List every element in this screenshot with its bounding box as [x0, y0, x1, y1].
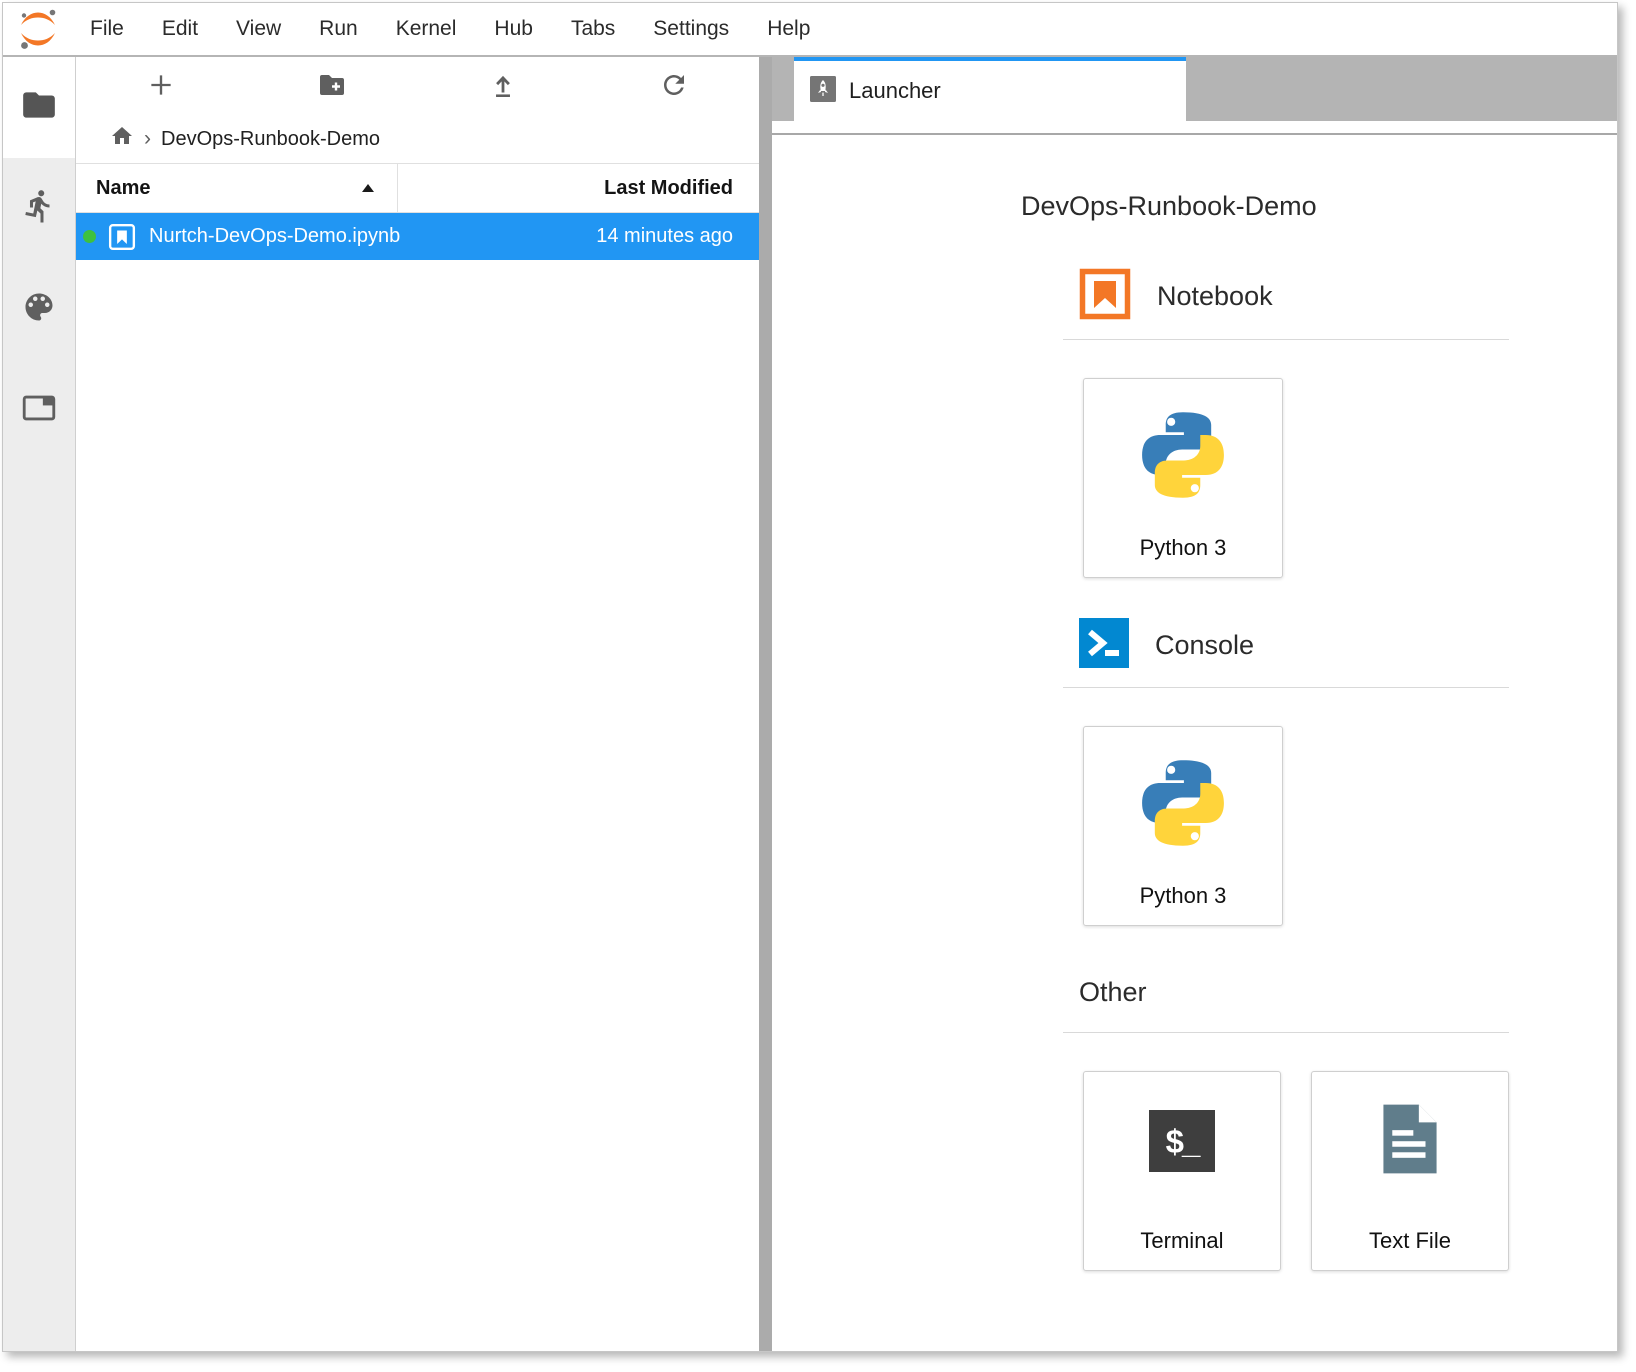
card-label: Python 3 [1140, 535, 1227, 561]
upload-icon [488, 70, 518, 103]
file-browser-panel: › DevOps-Runbook-Demo Name Last Modified [76, 57, 759, 1351]
tabs-icon [21, 390, 57, 431]
menu-item-edit[interactable]: Edit [143, 17, 217, 41]
notebook-file-icon [108, 223, 136, 251]
launcher-card-text-file[interactable]: Text File [1311, 1071, 1509, 1271]
section-label-console: Console [1155, 630, 1254, 661]
section-label-notebook: Notebook [1157, 281, 1273, 312]
launcher-rocket-icon [810, 76, 836, 107]
section-label-other: Other [1079, 977, 1147, 1008]
card-label: Python 3 [1140, 883, 1227, 909]
section-divider [1063, 1032, 1509, 1033]
sidebar-item-command-palette[interactable] [3, 259, 75, 360]
launcher-panel: DevOps-Runbook-Demo Notebook [772, 133, 1617, 1351]
jupyterlab-window: File Edit View Run Kernel Hub Tabs Setti… [2, 2, 1618, 1352]
kernel-running-dot [83, 230, 96, 243]
breadcrumb: › DevOps-Runbook-Demo [76, 115, 759, 163]
menu-item-hub[interactable]: Hub [475, 17, 552, 41]
python-logo-icon [1133, 753, 1233, 858]
terminal-icon: $_ [1149, 1110, 1215, 1172]
breadcrumb-current-folder[interactable]: DevOps-Runbook-Demo [161, 128, 380, 151]
refresh-icon [659, 70, 689, 103]
file-name: Nurtch-DevOps-Demo.ipynb [149, 225, 596, 248]
launcher-card-notebook-python3[interactable]: Python 3 [1083, 378, 1283, 578]
sidebar-item-running-sessions[interactable] [3, 158, 75, 259]
menu-item-view[interactable]: View [217, 17, 300, 41]
menu: File Edit View Run Kernel Hub Tabs Setti… [71, 17, 829, 41]
jupyter-logo-icon [15, 6, 61, 52]
card-label: Terminal [1140, 1228, 1223, 1254]
plus-icon [146, 70, 176, 103]
column-header-last-modified[interactable]: Last Modified [398, 164, 759, 212]
console-icon [1079, 618, 1129, 673]
panel-splitter[interactable] [759, 57, 772, 1351]
launcher-section-console: Console Python 3 [1063, 618, 1509, 926]
tab-launcher[interactable]: Launcher [794, 57, 1186, 121]
card-label: Text File [1369, 1228, 1451, 1254]
launcher-title: DevOps-Runbook-Demo [1021, 191, 1617, 222]
launcher-card-terminal[interactable]: $_ Terminal [1083, 1071, 1281, 1271]
notebook-icon [1079, 268, 1131, 325]
text-file-icon [1379, 1102, 1441, 1176]
menu-item-file[interactable]: File [71, 17, 143, 41]
launcher-section-other: Other $_ Terminal [1063, 966, 1509, 1271]
tab-launcher-label: Launcher [849, 78, 941, 104]
menu-bar: File Edit View Run Kernel Hub Tabs Setti… [3, 3, 1617, 57]
folder-icon [20, 86, 58, 129]
new-launcher-button[interactable] [76, 57, 247, 115]
menu-item-run[interactable]: Run [300, 17, 377, 41]
launcher-section-notebook: Notebook Python 3 [1063, 268, 1509, 578]
file-browser-toolbar [76, 57, 759, 115]
column-header-name[interactable]: Name [76, 164, 398, 212]
file-row[interactable]: Nurtch-DevOps-Demo.ipynb 14 minutes ago [76, 213, 759, 260]
launcher-card-console-python3[interactable]: Python 3 [1083, 726, 1283, 926]
upload-button[interactable] [418, 57, 589, 115]
folder-plus-icon [317, 70, 347, 103]
file-last-modified: 14 minutes ago [596, 225, 759, 248]
main-area: Launcher DevOps-Runbook-Demo Notebook [772, 57, 1617, 1351]
breadcrumb-separator: › [144, 127, 151, 151]
tab-bar: Launcher [772, 57, 1617, 121]
tab-underbar [772, 121, 1617, 133]
runner-icon [21, 188, 57, 229]
left-activity-bar [3, 57, 76, 1351]
sidebar-item-open-tabs[interactable] [3, 360, 75, 461]
menu-item-settings[interactable]: Settings [634, 17, 748, 41]
section-divider [1063, 339, 1509, 340]
menu-item-kernel[interactable]: Kernel [377, 17, 476, 41]
section-divider [1063, 687, 1509, 688]
refresh-button[interactable] [588, 57, 759, 115]
sidebar-item-file-browser[interactable] [3, 57, 75, 158]
palette-icon [21, 289, 57, 330]
sort-ascending-icon [361, 183, 375, 193]
new-folder-button[interactable] [247, 57, 418, 115]
menu-item-help[interactable]: Help [748, 17, 829, 41]
file-list-header: Name Last Modified [76, 163, 759, 213]
home-icon[interactable] [110, 124, 134, 154]
menu-item-tabs[interactable]: Tabs [552, 17, 634, 41]
python-logo-icon [1133, 405, 1233, 510]
